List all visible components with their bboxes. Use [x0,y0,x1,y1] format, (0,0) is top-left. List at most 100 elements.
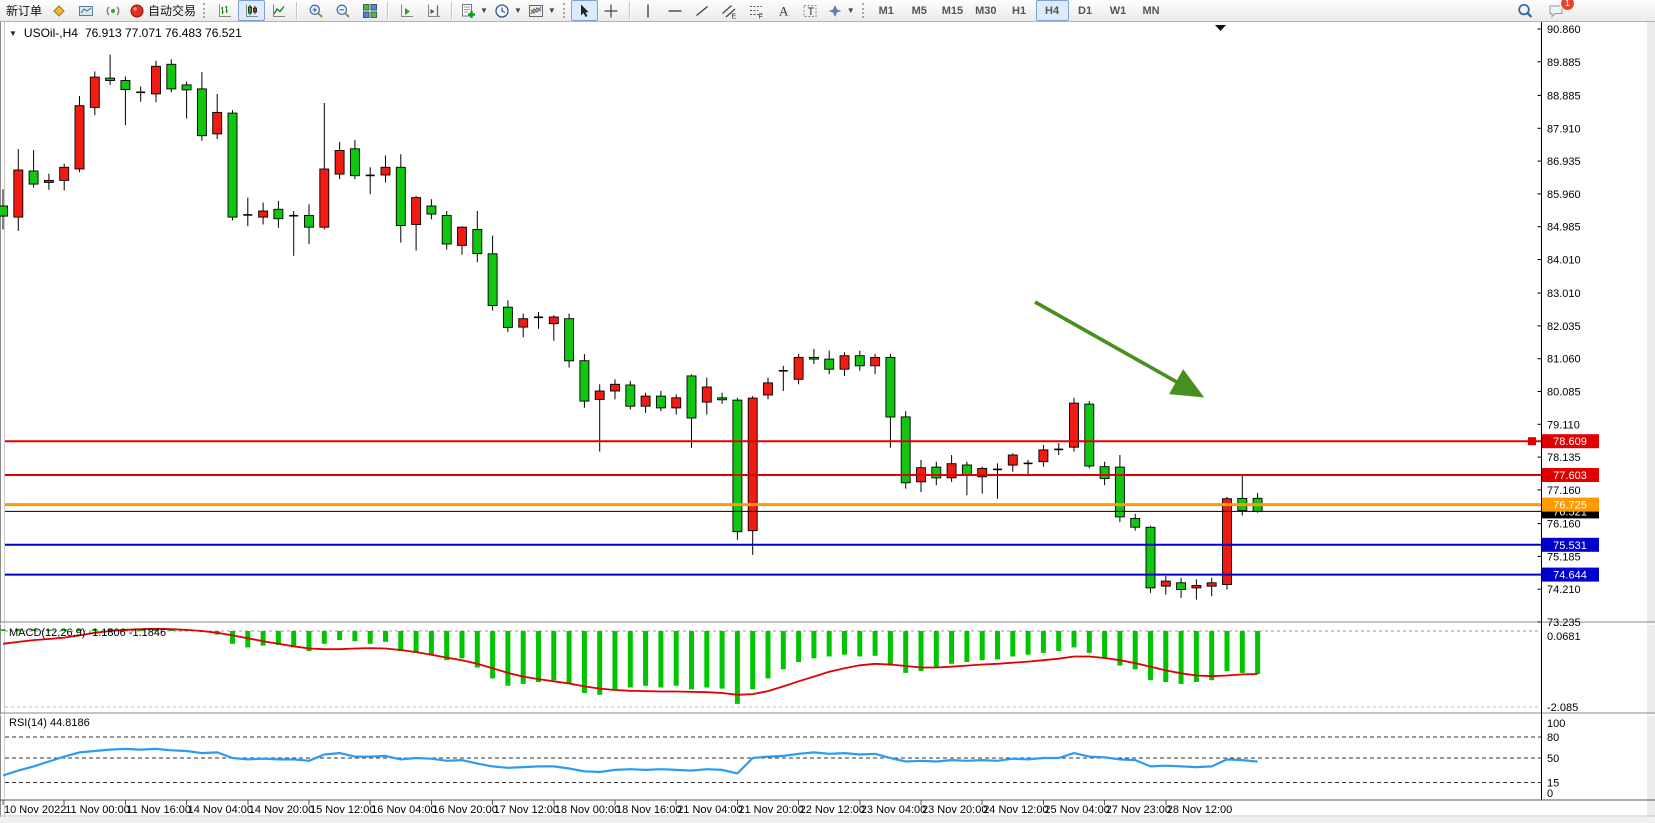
chart-symbol-period: USOil-,H4 [24,26,78,40]
chevron-down-icon: ▼ [514,6,522,15]
cursor-button[interactable] [571,0,598,21]
price-tag: 75.531 [1542,538,1599,552]
search-icon [1517,3,1533,19]
svg-text:86.935: 86.935 [1547,156,1581,168]
text-button[interactable]: A [770,0,797,21]
trendline-button[interactable] [689,0,716,21]
market-watch-icon-button[interactable] [45,0,72,21]
svg-text:84.985: 84.985 [1547,222,1581,234]
chevron-down-icon: ▼ [548,6,556,15]
price-tag: 76.725 [1542,498,1599,512]
hline-icon [667,3,683,19]
timeframe-m15-button[interactable]: M15 [936,0,969,21]
line-endpoint-marker[interactable] [1528,437,1536,445]
svg-text:T: T [808,6,815,18]
svg-text:77.160: 77.160 [1547,485,1581,497]
timeframe-m5-button[interactable]: M5 [903,0,936,21]
tile-windows-button[interactable] [356,0,383,21]
timeframe-m30-button[interactable]: M30 [969,0,1002,21]
window-icon [78,3,94,19]
search-button[interactable] [1511,0,1538,21]
horizontal-line-button[interactable] [662,0,689,21]
addind-icon [460,3,476,19]
crosshair-button[interactable] [598,0,625,21]
notifications-button[interactable]: 1 [1542,0,1569,21]
svg-text:E: E [732,13,737,19]
chart-canvas[interactable]: 90.86089.88588.88587.91086.93585.96084.9… [0,0,1655,823]
signals-icon-button[interactable] [99,0,126,21]
svg-text:50: 50 [1547,753,1559,765]
signal-icon [105,3,121,19]
vertical-line-button[interactable] [635,0,662,21]
svg-text:0.0681: 0.0681 [1547,631,1581,643]
channel-icon: E [721,3,737,19]
svg-text:87.910: 87.910 [1547,123,1581,135]
chart-shift-button[interactable] [420,0,447,21]
toolbar-grip [563,3,567,18]
svg-text:10 Nov 2022: 10 Nov 2022 [4,804,66,816]
timeframe-m1-button[interactable]: M1 [870,0,903,21]
svg-text:16 Nov 20:00: 16 Nov 20:00 [432,804,497,816]
svg-text:77.603: 77.603 [1553,470,1587,482]
shift-icon [426,3,442,19]
svg-text:73.235: 73.235 [1547,617,1581,629]
svg-text:90.860: 90.860 [1547,24,1581,36]
svg-text:74.210: 74.210 [1547,584,1581,596]
toolbar-separator [387,2,389,19]
cursor-icon [576,3,592,19]
svg-text:80.085: 80.085 [1547,387,1581,399]
svg-text:14 Nov 20:00: 14 Nov 20:00 [249,804,314,816]
rsi-label: RSI(14) 44.8186 [9,717,90,729]
svg-text:A: A [779,3,789,18]
svg-text:85.960: 85.960 [1547,189,1581,201]
toolbar: 新订单 自动交易 ▼ ▼ ▼ E FA T ▼ M1M5M15M30H1H4D1W1MN 1 [0,0,1655,22]
timeframe-d1-button[interactable]: D1 [1069,0,1102,21]
text-label-button[interactable]: T [797,0,824,21]
vline-icon [640,3,656,19]
bar-chart-button[interactable] [211,0,238,21]
svg-text:28 Nov 12:00: 28 Nov 12:00 [1167,804,1232,816]
zoom-out-button[interactable] [329,0,356,21]
channel-button[interactable]: E [716,0,743,21]
gold-icon [51,3,67,19]
timeframe-w1-button[interactable]: W1 [1102,0,1135,21]
svg-text:25 Nov 04:00: 25 Nov 04:00 [1044,804,1109,816]
price-tag: 74.644 [1542,568,1599,582]
auto-scroll-button[interactable] [393,0,420,21]
window-bottom-edge [0,817,1655,823]
tiles-icon [362,3,378,19]
svg-text:16 Nov 04:00: 16 Nov 04:00 [371,804,436,816]
symbol-dropdown-icon[interactable]: ▼ [9,29,17,38]
textA-icon: A [775,3,791,19]
svg-text:14 Nov 04:00: 14 Nov 04:00 [188,804,253,816]
chart-window-icon-button[interactable] [72,0,99,21]
new-order-button[interactable]: 新订单 [3,0,45,21]
auto-trading-button[interactable]: 自动交易 [126,0,199,21]
indicators-button[interactable]: ▼ [457,0,491,21]
zoom-in-button[interactable] [302,0,329,21]
svg-text:89.885: 89.885 [1547,57,1581,69]
toolbar-separator [296,2,298,19]
svg-text:75.185: 75.185 [1547,551,1581,563]
timeframe-h1-button[interactable]: H1 [1003,0,1036,21]
arrows-button[interactable]: ▼ [824,0,858,21]
clock-icon [494,3,510,19]
fibo-icon: F [748,3,764,19]
svg-text:100: 100 [1547,718,1565,730]
periods-button[interactable]: ▼ [491,0,525,21]
line-chart-button[interactable] [265,0,292,21]
candlestick-chart-button[interactable] [238,0,265,21]
timeframe-mn-button[interactable]: MN [1135,0,1168,21]
timeframe-h4-button[interactable]: H4 [1036,0,1069,21]
svg-text:11 Nov 00:00: 11 Nov 00:00 [65,804,130,816]
templates-button[interactable]: ▼ [525,0,559,21]
autoscroll-icon [399,3,415,19]
toolbar-separator [451,2,453,19]
svg-text:22 Nov 12:00: 22 Nov 12:00 [800,804,865,816]
line-icon [271,3,287,19]
shapes-icon [827,3,843,19]
svg-text:78.135: 78.135 [1547,452,1581,464]
fibonacci-button[interactable]: F [743,0,770,21]
zoomin-icon [308,3,324,19]
svg-text:24 Nov 12:00: 24 Nov 12:00 [983,804,1048,816]
